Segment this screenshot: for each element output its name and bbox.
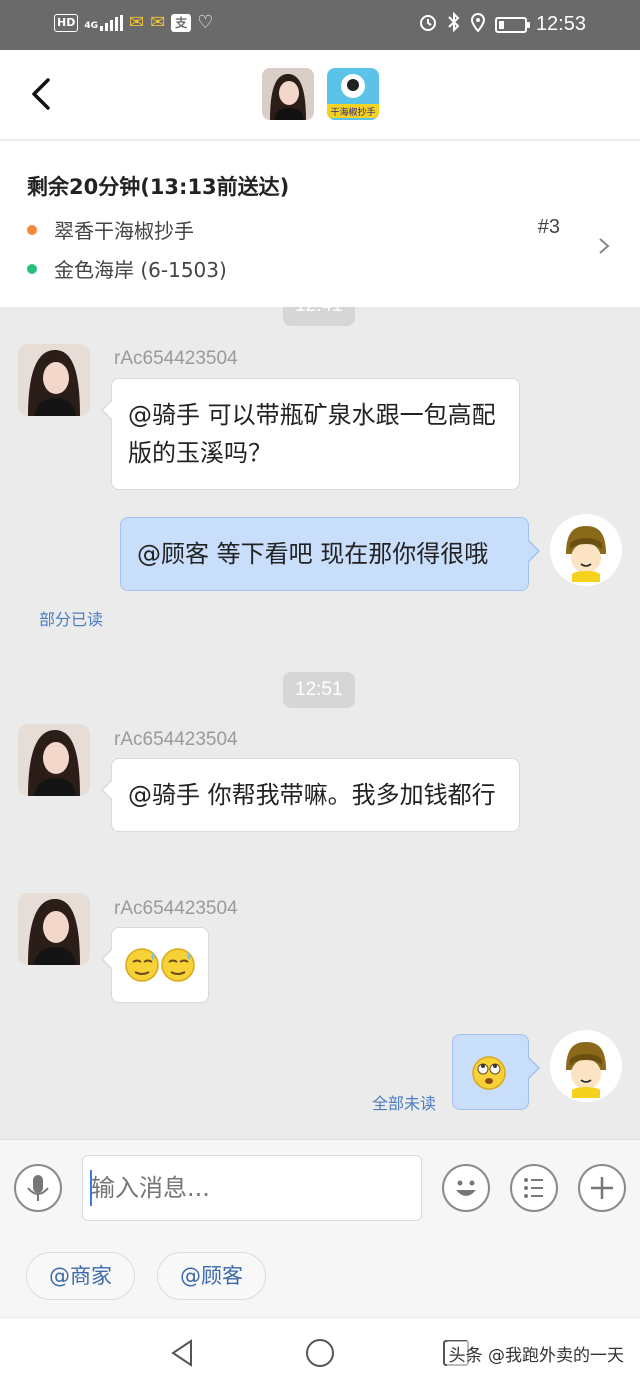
customer-avatar[interactable] [262, 68, 314, 120]
customer-avatar[interactable] [18, 724, 90, 796]
notification-icon: ✉ [150, 12, 166, 33]
text-cursor [90, 1170, 92, 1206]
emoji-message-bubble[interactable] [452, 1034, 540, 1110]
mention-merchant-button[interactable]: @商家 [26, 1252, 135, 1300]
mention-customer-button[interactable]: @顾客 [157, 1252, 266, 1300]
order-address-row: 金色海岸 (6-1503) [27, 254, 227, 283]
quick-mention-bar: @商家 @顾客 [0, 1235, 640, 1317]
svg-text:干海椒抄手: 干海椒抄手 [330, 106, 375, 118]
notification-icon: ✉ [129, 12, 145, 33]
emoji-message-bubble[interactable] [101, 927, 209, 1003]
back-button[interactable] [22, 74, 62, 114]
list-icon [524, 1178, 543, 1198]
order-address: 金色海岸 (6-1503) [54, 258, 227, 282]
merchant-avatar[interactable]: 干海椒抄手 [327, 68, 379, 120]
battery-icon [494, 16, 530, 33]
watermark: 头条 @我跑外卖的一天 [446, 1341, 626, 1366]
message-input[interactable] [82, 1155, 422, 1221]
location-icon [470, 12, 486, 37]
status-left-icons: HD 4G ✉ ✉ 支 ♡ [54, 12, 213, 33]
emoji-icon [456, 1180, 476, 1196]
health-icon: ♡ [197, 12, 214, 33]
hd-icon: HD [54, 13, 79, 32]
sender-name: rAc654423504 [114, 729, 238, 750]
bluetooth-icon [447, 11, 461, 37]
sweat-smile-emoji [125, 948, 195, 982]
home-circle-icon[interactable] [302, 1335, 338, 1371]
status-right-icons: 12:53 [418, 11, 586, 37]
address-dot-icon [27, 263, 37, 274]
order-shop-row: 翠香干海椒抄手 [27, 215, 194, 244]
rider-avatar[interactable] [550, 1030, 622, 1102]
rider-avatar[interactable] [550, 514, 622, 586]
add-button[interactable] [578, 1164, 626, 1212]
message-bubble[interactable]: @骑手 可以带瓶矿泉水跟一包高配版的玉溪吗？ [101, 378, 520, 490]
sender-name: rAc654423504 [114, 348, 238, 369]
read-status: 部分已读 [39, 610, 104, 629]
order-deadline: 剩余20分钟(13:13前送达) [27, 175, 290, 199]
rolling-eyes-emoji [472, 1056, 506, 1090]
read-status: 全部未读 [372, 1094, 437, 1113]
chevron-left-icon [32, 78, 50, 110]
back-triangle-icon[interactable] [165, 1335, 201, 1371]
signal-icon: 4G [84, 14, 123, 31]
more-options-button[interactable] [510, 1164, 558, 1212]
customer-avatar[interactable] [18, 344, 90, 416]
plus-icon [591, 1177, 613, 1199]
chevron-right-icon[interactable] [596, 236, 612, 256]
order-shop-name: 翠香干海椒抄手 [54, 219, 194, 243]
voice-button[interactable] [14, 1164, 62, 1212]
status-time: 12:53 [535, 13, 586, 35]
shop-dot-icon [27, 224, 37, 235]
alipay-icon: 支 [171, 13, 192, 32]
message-bubble[interactable]: @顾客 等下看吧 现在那你得很哦 [120, 517, 540, 591]
status-bar: HD 4G ✉ ✉ 支 ♡ 12:53 [0, 0, 640, 50]
sender-name: rAc654423504 [114, 898, 238, 919]
time-divider: 12:51 [283, 672, 355, 708]
order-number: #3 [537, 216, 560, 238]
customer-avatar[interactable] [18, 893, 90, 965]
system-navigation-bar: 头条 @我跑外卖的一天 [0, 1317, 640, 1387]
message-input-bar [0, 1139, 640, 1235]
microphone-icon [27, 1175, 49, 1201]
message-bubble[interactable]: @骑手 你帮我带嘛。我多加钱都行 [101, 758, 520, 832]
emoji-button[interactable] [442, 1164, 490, 1212]
alarm-icon [418, 12, 438, 37]
chat-header: 干海椒抄手 [0, 50, 640, 140]
